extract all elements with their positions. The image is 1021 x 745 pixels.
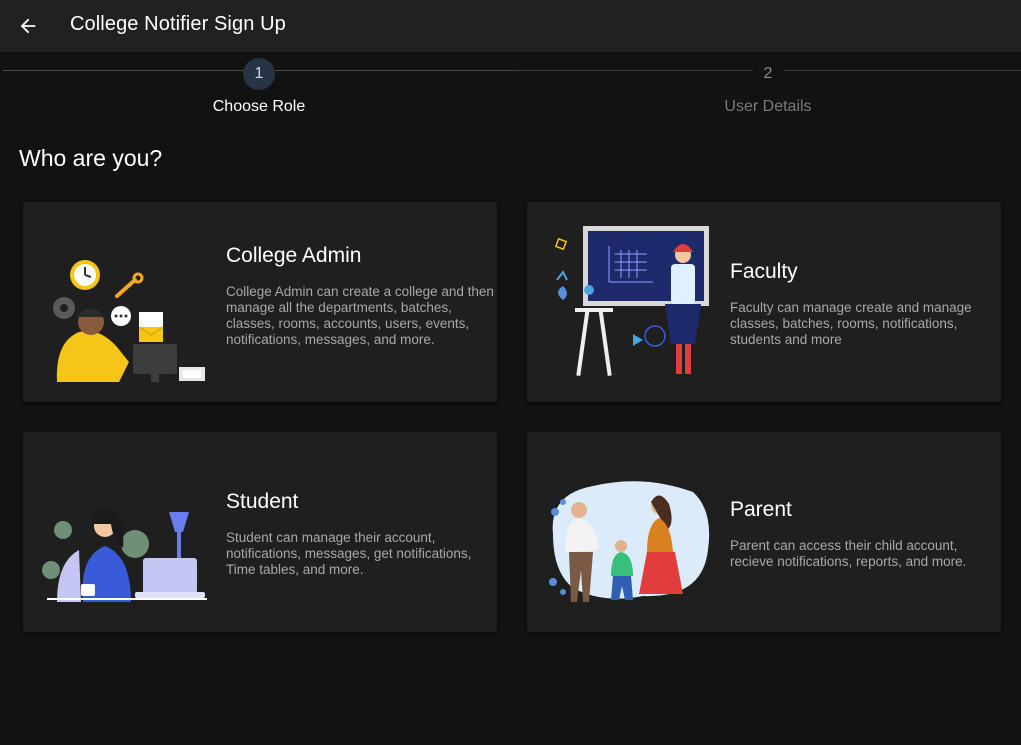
role-description: Parent can access their child account, r…	[730, 538, 967, 569]
role-title: Student	[226, 490, 299, 513]
step-user-details[interactable]: 2 User Details	[668, 58, 868, 116]
role-title: College Admin	[226, 244, 362, 267]
app-title: College Notifier Sign Up	[70, 13, 286, 35]
role-description: College Admin can create a college and t…	[226, 284, 494, 347]
back-button[interactable]	[12, 10, 44, 42]
stepper: 1 Choose Role 2 User Details	[0, 52, 1021, 122]
step-number: 1	[243, 58, 275, 90]
role-card-student[interactable]: Student Student can manage their account…	[23, 432, 497, 632]
student-illustration	[42, 508, 207, 602]
step-label: User Details	[724, 98, 812, 115]
role-card-faculty[interactable]: Faculty Faculty can manage create and ma…	[527, 202, 1001, 402]
step-choose-role[interactable]: 1 Choose Role	[159, 58, 359, 116]
role-title: Parent	[730, 498, 792, 521]
role-description: Faculty can manage create and manage cla…	[730, 300, 972, 347]
parent-illustration	[549, 481, 710, 602]
role-title: Faculty	[730, 260, 798, 283]
role-card-college-admin[interactable]: College Admin College Admin can create a…	[23, 202, 497, 402]
role-card-parent[interactable]: Parent Parent can access their child acc…	[527, 432, 1001, 632]
page-heading: Who are you?	[19, 145, 163, 171]
faculty-illustration	[554, 226, 709, 376]
step-label: Choose Role	[212, 98, 306, 115]
app-bar: College Notifier Sign Up	[0, 0, 1021, 52]
college-admin-illustration	[53, 260, 205, 382]
role-description: Student can manage their account, notifi…	[226, 530, 472, 577]
step-number: 2	[752, 58, 784, 90]
arrow-left-icon	[20, 18, 36, 34]
